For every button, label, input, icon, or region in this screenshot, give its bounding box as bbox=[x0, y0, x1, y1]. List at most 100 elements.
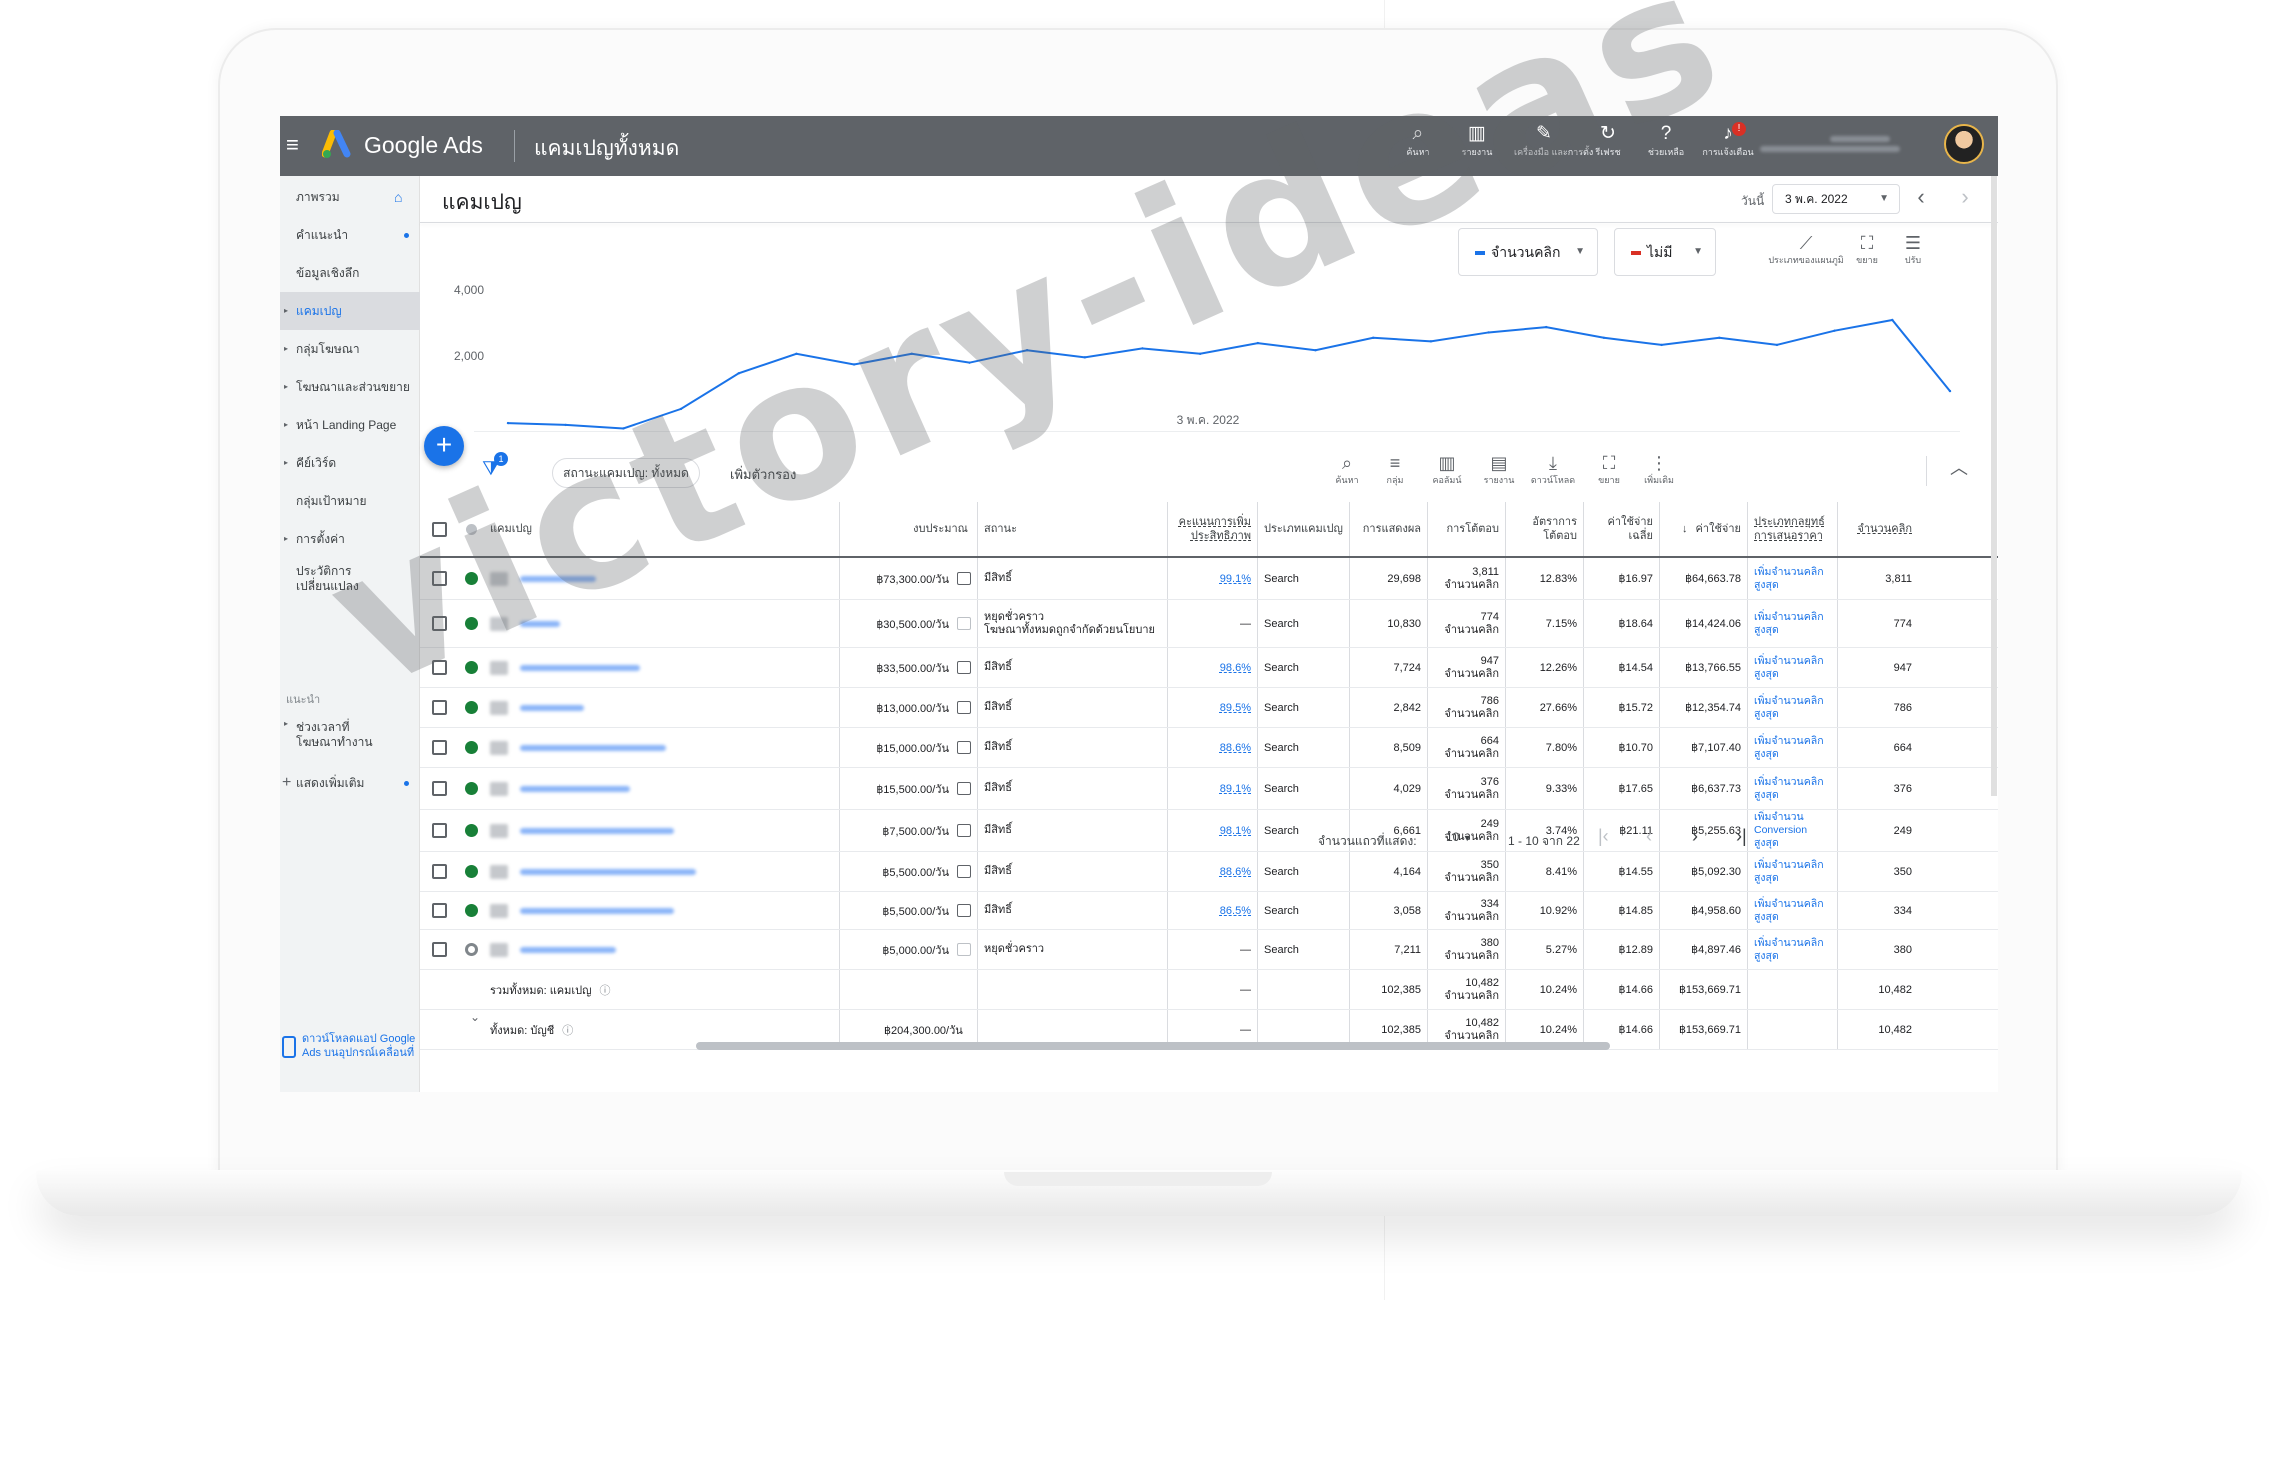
clicks-data-point[interactable] bbox=[1948, 389, 1952, 393]
budget-cell[interactable]: ฿5,500.00/วัน bbox=[840, 852, 978, 891]
table-row[interactable]: ฿5,000.00/วัน หยุดชั่วคราว — Search 7,21… bbox=[420, 930, 1998, 970]
bid-strategy-cell[interactable]: เพิ่มจำนวนคลิก สูงสุด bbox=[1748, 892, 1838, 929]
clicks-data-point[interactable] bbox=[737, 372, 740, 375]
clicks-data-point[interactable] bbox=[1602, 336, 1606, 339]
clicks-data-point[interactable] bbox=[795, 352, 798, 355]
help-button[interactable]: ? ช่วยเหลือ bbox=[1636, 122, 1696, 172]
campaign-name-blurred[interactable] bbox=[490, 781, 630, 796]
campaign-name-blurred[interactable] bbox=[490, 660, 640, 675]
info-icon[interactable]: ⓘ bbox=[562, 1022, 573, 1038]
vertical-scrollbar[interactable] bbox=[1991, 176, 1997, 796]
columns-button[interactable]: ▥ คอลัมน์ bbox=[1422, 452, 1472, 486]
sidebar-item-settings[interactable]: ▸ การตั้งค่า bbox=[280, 520, 420, 558]
info-icon[interactable]: ⓘ bbox=[600, 982, 611, 998]
sidebar-item-ads-extensions[interactable]: ▸ โฆษณาและส่วนขยาย bbox=[280, 368, 420, 406]
bid-strategy-cell[interactable]: เพิ่มจำนวนคลิก สูงสุด bbox=[1748, 728, 1838, 767]
col-header-budget[interactable]: งบประมาณ bbox=[840, 502, 978, 556]
budget-cell[interactable]: ฿5,500.00/วัน bbox=[840, 892, 978, 929]
col-header-interactions[interactable]: การโต้ตอบ bbox=[1428, 502, 1506, 556]
budget-cell[interactable]: ฿13,000.00/วัน bbox=[840, 688, 978, 727]
opt-score-cell[interactable]: 98.6% bbox=[1168, 648, 1258, 687]
clicks-data-point[interactable] bbox=[910, 352, 913, 355]
col-header-clicks[interactable]: จำนวนคลิก bbox=[1838, 502, 1918, 556]
opt-score-cell[interactable]: 86.5% bbox=[1168, 892, 1258, 929]
col-header-cost[interactable]: ↓ ค่าใช้จ่าย bbox=[1660, 502, 1748, 556]
next-page-button[interactable]: › bbox=[1692, 826, 1698, 847]
budget-report-icon[interactable] bbox=[957, 617, 971, 630]
campaign-status-filter-chip[interactable]: สถานะแคมเปญ: ทั้งหมด bbox=[552, 458, 700, 488]
budget-report-icon[interactable] bbox=[957, 572, 971, 585]
bid-strategy-cell[interactable]: เพิ่มจำนวนคลิก สูงสุด bbox=[1748, 852, 1838, 891]
chart-expand-button[interactable]: ⛶ ขยาย bbox=[1844, 232, 1890, 266]
chart-adjust-button[interactable]: ☰ ปรับ bbox=[1890, 232, 1936, 266]
row-checkbox[interactable] bbox=[431, 942, 447, 957]
sidebar-item-campaigns[interactable]: ▸ แคมเปญ bbox=[280, 292, 420, 330]
clicks-data-point[interactable] bbox=[1083, 356, 1086, 359]
clicks-data-point[interactable] bbox=[1833, 329, 1836, 332]
opt-score-cell[interactable]: — bbox=[1168, 600, 1258, 647]
status-dot-icon[interactable] bbox=[464, 741, 478, 754]
col-header-impressions[interactable]: การแสดงผล bbox=[1350, 502, 1428, 556]
opt-score-cell[interactable]: 89.1% bbox=[1168, 768, 1258, 809]
budget-report-icon[interactable] bbox=[957, 782, 971, 795]
bid-strategy-cell[interactable]: เพิ่มจำนวนคลิก สูงสุด bbox=[1748, 688, 1838, 727]
add-campaign-button[interactable]: + bbox=[424, 426, 464, 466]
download-app-link[interactable]: ดาวน์โหลดแอป Google Ads บนอุปกรณ์เคลื่อน… bbox=[280, 1026, 420, 1086]
clicks-data-point[interactable] bbox=[679, 407, 683, 411]
bid-strategy-cell[interactable]: เพิ่มจำนวนคลิก สูงสุด bbox=[1748, 648, 1838, 687]
campaign-name-cell[interactable] bbox=[484, 688, 840, 727]
budget-cell[interactable]: ฿15,000.00/วัน bbox=[840, 728, 978, 767]
chart-type-button[interactable]: ⟋ ประเภทของแผนภูมิ bbox=[1760, 232, 1852, 266]
campaign-name-blurred[interactable] bbox=[490, 740, 666, 755]
clicks-data-point[interactable] bbox=[1891, 318, 1894, 322]
clicks-data-point[interactable] bbox=[968, 361, 971, 364]
sidebar-item-recommendations[interactable]: คำแนะนำ bbox=[280, 216, 420, 254]
row-checkbox[interactable] bbox=[431, 571, 447, 586]
campaign-name-cell[interactable] bbox=[484, 852, 840, 891]
status-dot-icon[interactable] bbox=[464, 943, 478, 956]
campaign-name-blurred[interactable] bbox=[490, 571, 596, 586]
table-row[interactable]: ฿13,000.00/วัน มีสิทธิ์ 89.5% Search 2,8… bbox=[420, 688, 1998, 728]
search-button[interactable]: ⌕ ค้นหา bbox=[1388, 122, 1448, 172]
clicks-data-point[interactable] bbox=[1025, 349, 1029, 352]
clicks-data-point[interactable] bbox=[852, 363, 856, 366]
clicks-data-point[interactable] bbox=[1429, 340, 1433, 343]
row-checkbox[interactable] bbox=[431, 781, 447, 796]
sidebar-item-change-history[interactable]: ประวัติการเปลี่ยนแปลง bbox=[280, 560, 372, 598]
account-info[interactable] bbox=[1760, 132, 1900, 160]
table-row[interactable]: ฿33,500.00/วัน มีสิทธิ์ 98.6% Search 7,7… bbox=[420, 648, 1998, 688]
menu-icon[interactable]: ≡ bbox=[286, 134, 312, 156]
budget-report-icon[interactable] bbox=[957, 661, 971, 674]
campaign-name-cell[interactable] bbox=[484, 892, 840, 929]
row-checkbox[interactable] bbox=[431, 864, 447, 879]
opt-score-cell[interactable]: 88.6% bbox=[1168, 728, 1258, 767]
col-header-campaign-type[interactable]: ประเภทแคมเปญ bbox=[1258, 502, 1350, 556]
status-dot-icon[interactable] bbox=[464, 701, 478, 714]
clicks-data-point[interactable] bbox=[564, 423, 567, 427]
table-search-button[interactable]: ⌕ ค้นหา bbox=[1322, 452, 1372, 486]
budget-cell[interactable]: ฿30,500.00/วัน bbox=[840, 600, 978, 647]
opt-score-cell[interactable]: 89.5% bbox=[1168, 688, 1258, 727]
sidebar-item-audiences[interactable]: กลุ่มเป้าหมาย bbox=[280, 482, 420, 520]
col-header-interaction-rate[interactable]: อัตราการโต้ตอบ bbox=[1506, 502, 1584, 556]
reports-button[interactable]: ▥ รายงาน bbox=[1447, 122, 1507, 172]
show-more-button[interactable]: + แสดงเพิ่มเติม bbox=[280, 764, 420, 802]
row-checkbox[interactable] bbox=[431, 616, 447, 631]
campaign-name-blurred[interactable] bbox=[490, 864, 696, 879]
status-dot-icon[interactable] bbox=[464, 617, 478, 630]
status-dot-icon[interactable] bbox=[464, 572, 478, 585]
bid-strategy-cell[interactable]: เพิ่มจำนวนคลิก สูงสุด bbox=[1748, 600, 1838, 647]
prev-page-button[interactable]: ‹ bbox=[1646, 826, 1652, 847]
clicks-data-point[interactable] bbox=[1141, 347, 1144, 350]
tools-button[interactable]: ✎ เครื่องมือ และการตั้ง bbox=[1514, 122, 1593, 172]
campaign-name-blurred[interactable] bbox=[490, 700, 584, 715]
last-page-button[interactable]: ›| bbox=[1736, 826, 1747, 847]
chevron-down-icon[interactable]: ⌄ bbox=[470, 1010, 480, 1024]
opt-score-cell[interactable]: — bbox=[1168, 930, 1258, 969]
sidebar-item-ad-schedule[interactable]: ▸ ช่วงเวลาที่โฆษณาทำงาน bbox=[280, 716, 390, 754]
budget-report-icon[interactable] bbox=[957, 741, 971, 754]
row-checkbox[interactable] bbox=[431, 740, 447, 755]
table-expand-button[interactable]: ⛶ ขยาย bbox=[1584, 452, 1634, 486]
horizontal-scrollbar[interactable] bbox=[696, 1042, 1610, 1050]
budget-cell[interactable]: ฿15,500.00/วัน bbox=[840, 768, 978, 809]
